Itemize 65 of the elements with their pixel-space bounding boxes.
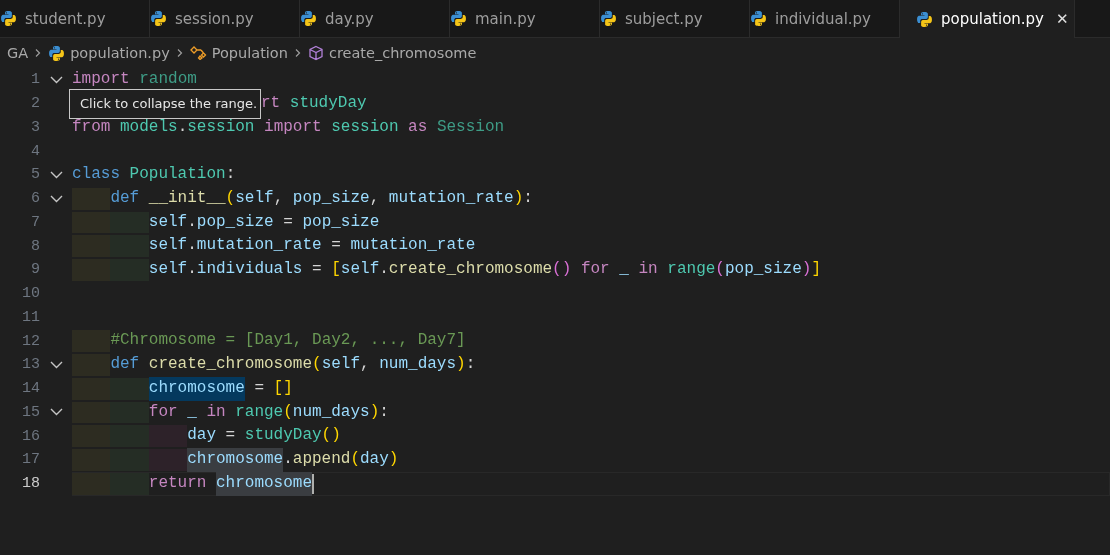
code-line: def __init__(self, pop_size, mutation_rate):	[110, 187, 533, 209]
line-number: 15	[21, 403, 40, 421]
python-file-icon	[916, 10, 933, 28]
file-tab[interactable]: main.py	[450, 0, 600, 37]
class-icon	[189, 46, 207, 60]
fold-chevron-icon[interactable]	[49, 75, 63, 84]
fold-chevron-icon[interactable]	[49, 408, 63, 417]
line-number: 7	[30, 213, 40, 231]
file-tab[interactable]: population.py ✕	[900, 0, 1075, 38]
python-file-icon	[750, 10, 767, 27]
line-number: 12	[21, 332, 40, 350]
line-number: 9	[30, 261, 40, 279]
tooltip: Click to collapse the range.	[69, 88, 261, 119]
code-line: #Chromosome = [Day1, Day2, ..., Day7]	[110, 330, 466, 352]
code-line: chromosome = []	[148, 377, 293, 400]
file-tab[interactable]: individual.py	[750, 0, 900, 37]
python-file-icon	[600, 10, 617, 27]
file-tab[interactable]: day.py	[300, 0, 450, 37]
text-cursor	[312, 473, 314, 494]
indent-guide	[148, 425, 188, 447]
fold-chevron-icon[interactable]	[49, 170, 63, 179]
line-number: 6	[30, 190, 40, 208]
code-line: day = studyDay()	[187, 425, 341, 447]
code-line: import random	[72, 69, 197, 90]
python-file-icon	[450, 10, 467, 27]
indent-guide	[110, 377, 149, 400]
breadcrumb-item[interactable]: GA	[7, 45, 29, 61]
line-number: 1	[30, 71, 40, 89]
line-number: 11	[21, 308, 40, 326]
code-line: self.mutation_rate = mutation_rate	[148, 235, 476, 257]
code-line: rt studyDay	[261, 92, 367, 114]
indent-guide	[110, 401, 149, 424]
line-number: 18	[21, 475, 40, 493]
code-line: for _ in range(num_days):	[148, 401, 389, 423]
line-number: 2	[30, 95, 40, 113]
code-line: return chromosome	[148, 472, 312, 495]
breadcrumb-item[interactable]: population.py	[70, 45, 170, 61]
line-number: 4	[30, 142, 40, 160]
line-number: 13	[21, 356, 40, 374]
line-number: 14	[21, 380, 40, 398]
breadcrumb-item[interactable]: Population	[211, 45, 288, 61]
line-number: 17	[21, 451, 40, 469]
line-number: 16	[21, 427, 40, 445]
line-number: 8	[30, 237, 40, 255]
file-tab[interactable]: student.py	[0, 0, 150, 37]
python-file-icon	[0, 10, 17, 27]
code-line: chromosome.append(day)	[187, 449, 399, 471]
line-number: 10	[21, 285, 40, 303]
code-line: from models.session import session as Session	[72, 116, 505, 138]
file-tab[interactable]: session.py	[150, 0, 300, 37]
python-file-icon	[300, 10, 317, 27]
method-cube-icon	[307, 45, 324, 61]
code-line: self.pop_size = pop_size	[148, 211, 380, 233]
breadcrumb-item[interactable]: create_chromosome	[328, 45, 477, 61]
file-tab[interactable]: subject.py	[600, 0, 750, 37]
code-line: self.individuals = [self.create_chromosome() for _ in range(pop_size)]	[148, 259, 821, 280]
close-icon[interactable]: ✕	[1056, 10, 1069, 28]
python-file-icon	[150, 10, 167, 27]
python-file-icon	[48, 44, 66, 62]
code-line: class Population:	[72, 164, 236, 185]
line-number: 3	[30, 118, 40, 136]
line-number: 5	[30, 166, 40, 184]
code-line: def create_chromosome(self, num_days):	[110, 354, 476, 375]
fold-chevron-icon[interactable]	[49, 194, 63, 203]
fold-chevron-icon[interactable]	[49, 360, 63, 369]
